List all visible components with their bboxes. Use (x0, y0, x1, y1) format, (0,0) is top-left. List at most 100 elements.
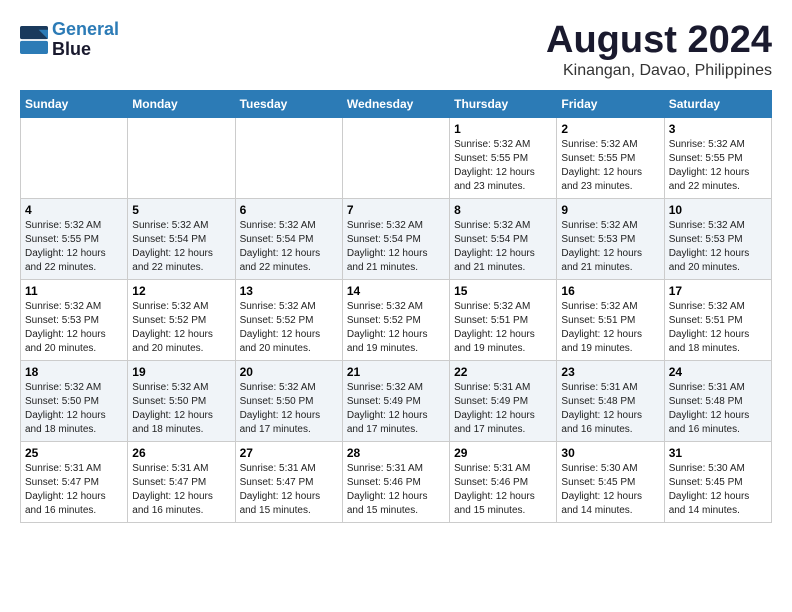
calendar-cell: 4 Sunrise: 5:32 AM Sunset: 5:55 PM Daylig… (21, 198, 128, 279)
col-header-sunday: Sunday (21, 90, 128, 117)
calendar-cell: 28 Sunrise: 5:31 AM Sunset: 5:46 PM Dayli… (342, 441, 449, 522)
day-number: 29 (454, 446, 552, 460)
calendar-cell: 15 Sunrise: 5:32 AM Sunset: 5:51 PM Dayli… (450, 279, 557, 360)
calendar-cell: 2 Sunrise: 5:32 AM Sunset: 5:55 PM Daylig… (557, 117, 664, 198)
day-info: Sunrise: 5:31 AM Sunset: 5:47 PM Dayligh… (132, 462, 230, 518)
day-info: Sunrise: 5:32 AM Sunset: 5:55 PM Dayligh… (669, 138, 767, 194)
calendar-cell: 23Sunrise: 5:31 AM Sunset: 5:48 PM Dayli… (557, 360, 664, 441)
day-number: 15 (454, 284, 552, 298)
day-info: Sunrise: 5:31 AM Sunset: 5:48 PM Dayligh… (669, 381, 767, 437)
day-number: 16 (561, 284, 659, 298)
day-info: Sunrise: 5:32 AM Sunset: 5:52 PM Dayligh… (347, 300, 445, 356)
calendar-week-2: 4 Sunrise: 5:32 AM Sunset: 5:55 PM Daylig… (21, 198, 772, 279)
day-number: 8 (454, 203, 552, 217)
day-number: 5 (132, 203, 230, 217)
calendar-cell: 29Sunrise: 5:31 AM Sunset: 5:46 PM Dayli… (450, 441, 557, 522)
day-info: Sunrise: 5:32 AM Sunset: 5:53 PM Dayligh… (669, 219, 767, 275)
logo-icon (20, 26, 48, 54)
day-number: 9 (561, 203, 659, 217)
calendar-cell: 12 Sunrise: 5:32 AM Sunset: 5:52 PM Dayli… (128, 279, 235, 360)
calendar-cell: 21Sunrise: 5:32 AM Sunset: 5:49 PM Dayli… (342, 360, 449, 441)
day-info: Sunrise: 5:32 AM Sunset: 5:55 PM Dayligh… (454, 138, 552, 194)
day-number: 24 (669, 365, 767, 379)
day-number: 27 (240, 446, 338, 460)
calendar-cell: 8 Sunrise: 5:32 AM Sunset: 5:54 PM Daylig… (450, 198, 557, 279)
day-info: Sunrise: 5:32 AM Sunset: 5:52 PM Dayligh… (132, 300, 230, 356)
calendar-cell: 5 Sunrise: 5:32 AM Sunset: 5:54 PM Daylig… (128, 198, 235, 279)
day-number: 4 (25, 203, 123, 217)
day-info: Sunrise: 5:32 AM Sunset: 5:54 PM Dayligh… (347, 219, 445, 275)
calendar-week-5: 25Sunrise: 5:31 AM Sunset: 5:47 PM Dayli… (21, 441, 772, 522)
title-block: August 2024 Kinangan, Davao, Philippines (546, 20, 772, 80)
day-number: 3 (669, 122, 767, 136)
day-number: 30 (561, 446, 659, 460)
day-number: 7 (347, 203, 445, 217)
day-info: Sunrise: 5:31 AM Sunset: 5:47 PM Dayligh… (240, 462, 338, 518)
calendar-cell: 27 Sunrise: 5:31 AM Sunset: 5:47 PM Dayli… (235, 441, 342, 522)
day-info: Sunrise: 5:32 AM Sunset: 5:51 PM Dayligh… (561, 300, 659, 356)
calendar-week-4: 18 Sunrise: 5:32 AM Sunset: 5:50 PM Dayli… (21, 360, 772, 441)
day-info: Sunrise: 5:32 AM Sunset: 5:52 PM Dayligh… (240, 300, 338, 356)
calendar-cell: 16 Sunrise: 5:32 AM Sunset: 5:51 PM Dayli… (557, 279, 664, 360)
calendar-cell: 17 Sunrise: 5:32 AM Sunset: 5:51 PM Dayli… (664, 279, 771, 360)
day-info: Sunrise: 5:31 AM Sunset: 5:49 PM Dayligh… (454, 381, 552, 437)
day-number: 23 (561, 365, 659, 379)
col-header-thursday: Thursday (450, 90, 557, 117)
day-number: 11 (25, 284, 123, 298)
day-number: 22 (454, 365, 552, 379)
day-info: Sunrise: 5:31 AM Sunset: 5:46 PM Dayligh… (347, 462, 445, 518)
calendar-table: SundayMondayTuesdayWednesdayThursdayFrid… (20, 90, 772, 523)
day-number: 26 (132, 446, 230, 460)
calendar-cell (235, 117, 342, 198)
page-title: August 2024 (546, 20, 772, 62)
calendar-cell: 7 Sunrise: 5:32 AM Sunset: 5:54 PM Daylig… (342, 198, 449, 279)
col-header-tuesday: Tuesday (235, 90, 342, 117)
calendar-cell: 31 Sunrise: 5:30 AM Sunset: 5:45 PM Dayli… (664, 441, 771, 522)
calendar-cell: 20 Sunrise: 5:32 AM Sunset: 5:50 PM Dayli… (235, 360, 342, 441)
day-number: 13 (240, 284, 338, 298)
day-number: 2 (561, 122, 659, 136)
calendar-cell: 22 Sunrise: 5:31 AM Sunset: 5:49 PM Dayli… (450, 360, 557, 441)
day-info: Sunrise: 5:32 AM Sunset: 5:51 PM Dayligh… (669, 300, 767, 356)
day-info: Sunrise: 5:31 AM Sunset: 5:47 PM Dayligh… (25, 462, 123, 518)
day-info: Sunrise: 5:32 AM Sunset: 5:50 PM Dayligh… (132, 381, 230, 437)
day-number: 12 (132, 284, 230, 298)
day-number: 10 (669, 203, 767, 217)
day-number: 18 (25, 365, 123, 379)
day-number: 17 (669, 284, 767, 298)
calendar-cell: 14Sunrise: 5:32 AM Sunset: 5:52 PM Dayli… (342, 279, 449, 360)
calendar-cell: 19 Sunrise: 5:32 AM Sunset: 5:50 PM Dayli… (128, 360, 235, 441)
calendar-cell: 1 Sunrise: 5:32 AM Sunset: 5:55 PM Daylig… (450, 117, 557, 198)
day-info: Sunrise: 5:30 AM Sunset: 5:45 PM Dayligh… (669, 462, 767, 518)
day-number: 20 (240, 365, 338, 379)
day-info: Sunrise: 5:32 AM Sunset: 5:50 PM Dayligh… (240, 381, 338, 437)
day-info: Sunrise: 5:32 AM Sunset: 5:49 PM Dayligh… (347, 381, 445, 437)
col-header-wednesday: Wednesday (342, 90, 449, 117)
calendar-cell (342, 117, 449, 198)
calendar-cell: 6Sunrise: 5:32 AM Sunset: 5:54 PM Daylig… (235, 198, 342, 279)
day-number: 6 (240, 203, 338, 217)
day-number: 28 (347, 446, 445, 460)
day-info: Sunrise: 5:30 AM Sunset: 5:45 PM Dayligh… (561, 462, 659, 518)
col-header-friday: Friday (557, 90, 664, 117)
calendar-cell: 3 Sunrise: 5:32 AM Sunset: 5:55 PM Daylig… (664, 117, 771, 198)
day-info: Sunrise: 5:32 AM Sunset: 5:55 PM Dayligh… (561, 138, 659, 194)
day-number: 1 (454, 122, 552, 136)
day-info: Sunrise: 5:32 AM Sunset: 5:55 PM Dayligh… (25, 219, 123, 275)
day-number: 19 (132, 365, 230, 379)
day-number: 31 (669, 446, 767, 460)
day-info: Sunrise: 5:32 AM Sunset: 5:54 PM Dayligh… (132, 219, 230, 275)
col-header-monday: Monday (128, 90, 235, 117)
day-info: Sunrise: 5:32 AM Sunset: 5:51 PM Dayligh… (454, 300, 552, 356)
page-subtitle: Kinangan, Davao, Philippines (546, 62, 772, 80)
calendar-week-3: 11Sunrise: 5:32 AM Sunset: 5:53 PM Dayli… (21, 279, 772, 360)
logo-text: General Blue (52, 20, 119, 60)
calendar-week-1: 1 Sunrise: 5:32 AM Sunset: 5:55 PM Daylig… (21, 117, 772, 198)
day-info: Sunrise: 5:32 AM Sunset: 5:54 PM Dayligh… (454, 219, 552, 275)
calendar-cell: 9 Sunrise: 5:32 AM Sunset: 5:53 PM Daylig… (557, 198, 664, 279)
page-header: General Blue August 2024 Kinangan, Davao… (20, 20, 772, 80)
calendar-cell: 30 Sunrise: 5:30 AM Sunset: 5:45 PM Dayli… (557, 441, 664, 522)
day-info: Sunrise: 5:32 AM Sunset: 5:50 PM Dayligh… (25, 381, 123, 437)
day-info: Sunrise: 5:32 AM Sunset: 5:53 PM Dayligh… (561, 219, 659, 275)
calendar-cell: 18 Sunrise: 5:32 AM Sunset: 5:50 PM Dayli… (21, 360, 128, 441)
